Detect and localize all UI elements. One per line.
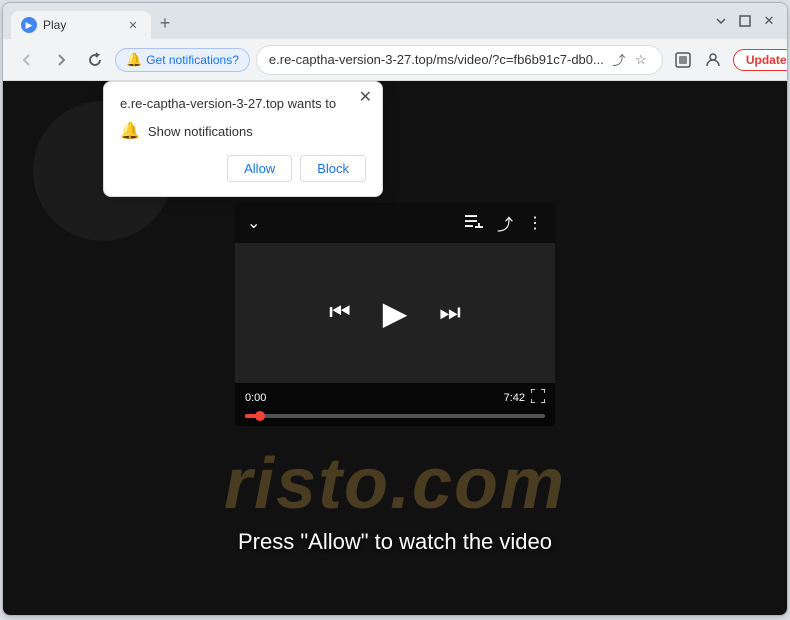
video-progress-dot <box>255 411 265 421</box>
toolbar-icons <box>669 46 727 74</box>
popup-notification-label: Show notifications <box>148 124 253 139</box>
video-progress-fill <box>245 414 260 418</box>
close-button[interactable]: ✕ <box>759 11 779 31</box>
window-controls: ✕ <box>711 11 779 31</box>
refresh-button[interactable] <box>81 46 109 74</box>
popup-notification-row: 🔔 Show notifications <box>120 121 366 141</box>
watermark-text: risto.com <box>224 443 566 525</box>
tab-title: Play <box>43 18 119 32</box>
video-fullscreen-icon[interactable] <box>531 389 545 406</box>
popup-buttons: Allow Block <box>120 155 366 182</box>
video-progress-bar[interactable] <box>245 414 545 418</box>
video-more-icon[interactable]: ⋮ <box>527 213 543 233</box>
video-chevron-down[interactable]: ⌄ <box>247 213 260 233</box>
page-content: risto.com ⌄ ⤴ ⋮ ⏮ ▶ ⏭ <box>3 81 787 615</box>
video-player: ⌄ ⤴ ⋮ ⏮ ▶ ⏭ 0:00 <box>235 203 555 426</box>
video-caption: Press "Allow" to watch the video <box>238 529 552 555</box>
popup-close-button[interactable]: ✕ <box>359 90 372 106</box>
url-text: e.re-captha-version-3-27.top/ms/video/?c… <box>269 52 604 67</box>
share-page-icon[interactable]: ⤴ <box>610 51 628 69</box>
video-add-queue-icon[interactable] <box>465 214 483 232</box>
video-share-icon[interactable]: ⤴ <box>497 211 513 235</box>
forward-button[interactable] <box>47 46 75 74</box>
notification-pill-text: Get notifications? <box>146 53 239 67</box>
video-top-bar: ⌄ ⤴ ⋮ <box>235 203 555 243</box>
video-play-button[interactable]: ▶ <box>383 294 408 332</box>
toolbar: 🔔 Get notifications? e.re-captha-version… <box>3 39 787 81</box>
back-button[interactable] <box>13 46 41 74</box>
tab-strip: ▶ Play ✕ + <box>11 3 711 39</box>
browser-window: ▶ Play ✕ + ✕ <box>2 2 788 616</box>
video-bottom-bar: 0:00 7:42 <box>235 383 555 426</box>
address-icons: ⤴ ☆ <box>610 51 650 69</box>
minimize-button[interactable] <box>711 11 731 31</box>
profile-icon[interactable] <box>699 46 727 74</box>
video-time-total: 7:42 <box>504 392 525 404</box>
video-main: ⏮ ▶ ⏭ <box>235 243 555 383</box>
popup-allow-button[interactable]: Allow <box>227 155 292 182</box>
active-tab[interactable]: ▶ Play ✕ <box>11 11 151 39</box>
popup-block-button[interactable]: Block <box>300 155 366 182</box>
video-prev-button[interactable]: ⏮ <box>329 299 351 327</box>
address-bar[interactable]: e.re-captha-version-3-27.top/ms/video/?c… <box>256 45 663 75</box>
video-top-controls: ⤴ ⋮ <box>465 211 543 235</box>
tab-favicon: ▶ <box>21 17 37 33</box>
popup-site-text: e.re-captha-version-3-27.top wants to <box>120 96 366 111</box>
video-time-row: 0:00 7:42 <box>245 387 545 410</box>
video-next-button[interactable]: ⏭ <box>439 299 461 327</box>
new-tab-button[interactable]: + <box>151 9 179 37</box>
maximize-button[interactable] <box>735 11 755 31</box>
tab-close-button[interactable]: ✕ <box>125 17 141 33</box>
popup-bell-icon: 🔔 <box>120 121 140 141</box>
notification-popup: ✕ e.re-captha-version-3-27.top wants to … <box>103 81 383 197</box>
notification-pill[interactable]: 🔔 Get notifications? <box>115 48 250 72</box>
extension-icon[interactable] <box>669 46 697 74</box>
title-bar: ▶ Play ✕ + ✕ <box>3 3 787 39</box>
update-button[interactable]: Update <box>733 49 788 71</box>
video-time-current: 0:00 <box>245 392 266 404</box>
bell-icon: 🔔 <box>126 52 142 68</box>
bookmark-icon[interactable]: ☆ <box>632 51 650 69</box>
